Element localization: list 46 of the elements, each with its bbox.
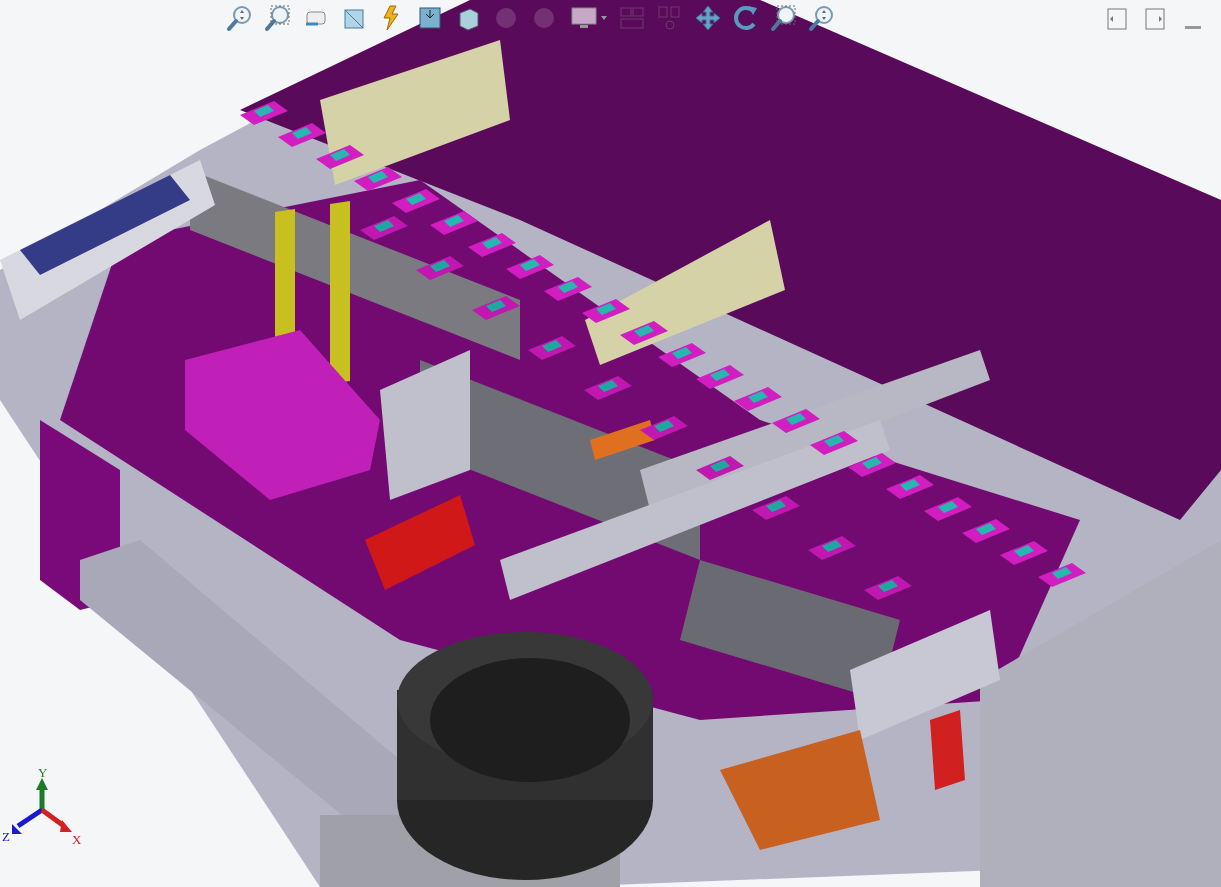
feeder-module [1000, 541, 1048, 565]
feeder-module [584, 376, 632, 400]
rotate-icon[interactable] [732, 4, 760, 32]
feeder-module [240, 101, 288, 125]
feeder-module [316, 145, 364, 169]
magnifier-icon[interactable] [770, 4, 798, 32]
feeder-module [360, 216, 408, 240]
slide-bracket [590, 420, 655, 460]
triad-x-axis-arrow [40, 807, 72, 832]
pan-arrows-icon[interactable] [694, 4, 722, 32]
left-panel-toggle-icon[interactable] [1107, 8, 1127, 30]
feeder-module [962, 519, 1010, 543]
feeder-module [886, 475, 934, 499]
feeder-module [544, 277, 592, 301]
feeder-module [752, 496, 800, 520]
axis-label: Y [38, 765, 48, 780]
right-panel-toggle-icon[interactable] [1145, 8, 1165, 30]
feeder-module [864, 576, 912, 600]
axis-label: X [72, 832, 82, 847]
feeder-module [696, 365, 744, 389]
feeder-module [620, 321, 668, 345]
feeder-module [582, 299, 630, 323]
feeder-module [506, 255, 554, 279]
view-cube-icon[interactable] [416, 4, 444, 32]
feeder-module [528, 336, 576, 360]
feeder-module [658, 343, 706, 367]
feeder-module [640, 416, 688, 440]
feeder-module [416, 256, 464, 280]
feeder-module [354, 167, 402, 191]
feeder-module [392, 189, 440, 213]
triad-z-axis-arrow [12, 807, 44, 834]
triad-y-axis-arrow [36, 778, 48, 810]
feeder-module [468, 233, 516, 257]
feeder-module [472, 296, 520, 320]
feeder-module [1038, 563, 1086, 587]
axis-label: Z [2, 829, 10, 844]
feeder-module [924, 497, 972, 521]
feeder-module [848, 453, 896, 477]
feeder-module [430, 211, 478, 235]
feeder-module [696, 456, 744, 480]
feeder-module [772, 409, 820, 433]
feeder-module [810, 431, 858, 455]
magnifier-icon[interactable] [808, 4, 836, 32]
feeder-module [278, 123, 326, 147]
feeder-module [734, 387, 782, 411]
feeder-module [808, 536, 856, 560]
